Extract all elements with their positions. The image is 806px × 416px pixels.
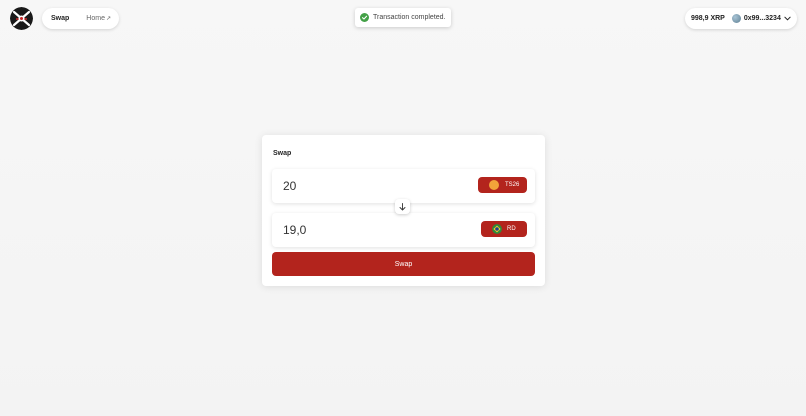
from-token-select[interactable]: TS26	[478, 177, 527, 193]
from-field: 20 TS26	[272, 169, 535, 203]
nav-home-label: Home	[86, 15, 105, 22]
app-logo[interactable]	[10, 7, 33, 30]
toast-message: Transaction completed.	[373, 14, 446, 21]
swap-submit-button[interactable]: Swap	[272, 252, 535, 276]
page: Swap Home↗ Transaction completed. 998,9 …	[0, 0, 806, 416]
external-link-icon: ↗	[105, 16, 112, 22]
to-amount-input[interactable]: 19,0	[283, 223, 306, 237]
account-dropdown[interactable]: 0x99...3234	[731, 14, 791, 23]
from-token-label: TS26	[505, 182, 520, 188]
orange-coin-icon	[489, 180, 499, 190]
wallet-balance: 998,9 XRP	[691, 15, 725, 22]
logo-icon	[10, 7, 33, 30]
nav-swap-link[interactable]: Swap	[51, 15, 69, 22]
main-nav: Swap Home↗	[42, 8, 119, 29]
brazil-flag-icon	[492, 224, 502, 234]
switch-direction-button[interactable]	[395, 199, 410, 214]
to-token-select[interactable]: RD	[481, 221, 527, 237]
wallet-pill: 998,9 XRP 0x99...3234	[685, 8, 797, 29]
toast-notification: Transaction completed.	[355, 8, 451, 27]
check-circle-icon	[360, 13, 369, 22]
swap-card: Swap 20 TS26 19,0 RD Swap	[262, 135, 545, 286]
account-avatar-icon	[731, 14, 741, 23]
account-address: 0x99...3234	[743, 15, 781, 22]
to-token-label: RD	[507, 226, 516, 232]
card-title: Swap	[273, 150, 292, 157]
arrow-down-icon	[399, 202, 406, 210]
from-amount-input[interactable]: 20	[283, 179, 296, 193]
to-field: 19,0 RD	[272, 213, 535, 247]
chevron-down-icon	[784, 16, 791, 21]
nav-home-link[interactable]: Home↗	[86, 15, 111, 22]
